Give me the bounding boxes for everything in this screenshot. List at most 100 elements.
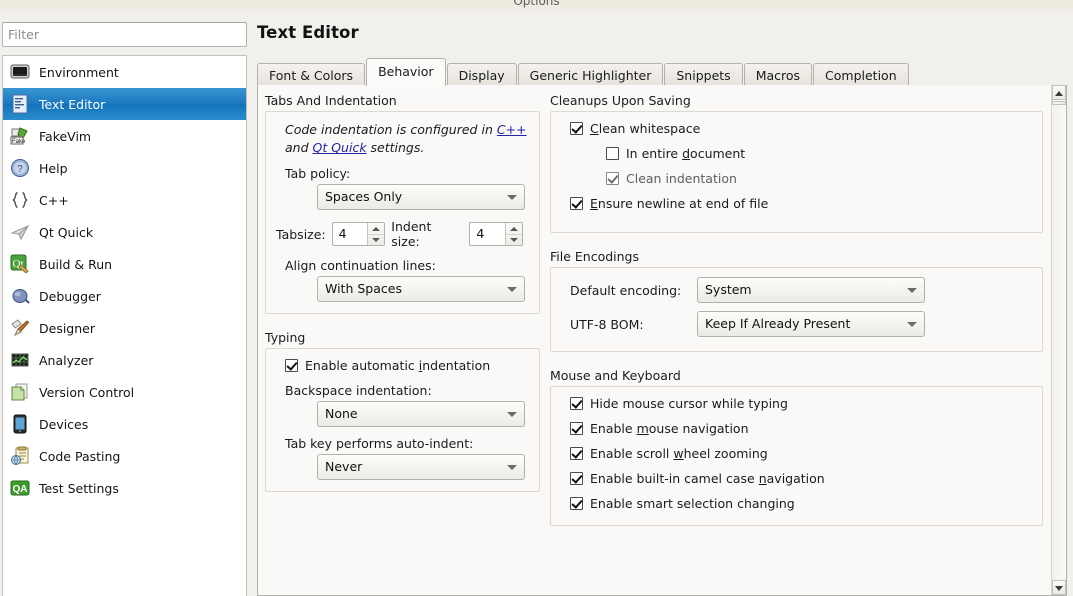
cleanups-in-entire-document-checkbox[interactable]: In entire document bbox=[606, 146, 1032, 161]
sidebar-item-environment[interactable]: Environment bbox=[3, 56, 246, 88]
mouse-enable-built-in-camel-case-navigation-checkbox[interactable]: Enable built-in camel case navigation bbox=[570, 471, 1032, 486]
mouse-enable-smart-selection-changing-checkbox[interactable]: Enable smart selection changing bbox=[570, 496, 1032, 511]
sidebar-item-test-settings[interactable]: QA Test Settings bbox=[3, 472, 246, 504]
filter-input[interactable] bbox=[2, 22, 247, 47]
tab-size-label: Tabsize: bbox=[276, 226, 326, 242]
clipboard-globe-icon bbox=[10, 446, 30, 466]
mouse-hide-mouse-cursor-while-typing-checkbox[interactable]: Hide mouse cursor while typing bbox=[570, 396, 1032, 411]
sidebar-item-label: FakeVim bbox=[39, 128, 92, 144]
tab-key-auto-indent-label: Tab key performs auto-indent: bbox=[285, 436, 474, 452]
chevron-down-icon bbox=[907, 288, 917, 293]
checkbox-box bbox=[570, 447, 583, 460]
default-encoding-combobox[interactable]: System bbox=[697, 277, 925, 303]
sidebar-item-version-control[interactable]: Version Control bbox=[3, 376, 246, 408]
tab-bar: Font & Colors Behavior Display Generic High… bbox=[257, 58, 1067, 88]
group-tabs-and-indentation: Tabs And Indentation Code indentation is… bbox=[265, 93, 540, 315]
checkbox-box bbox=[606, 147, 619, 160]
tab-key-auto-indent-value: Never bbox=[325, 459, 363, 475]
sidebar-item-label: Text Editor bbox=[39, 96, 106, 112]
mouse-enable-mouse-navigation-checkbox[interactable]: Enable mouse navigation bbox=[570, 421, 1032, 436]
sidebar-item-text-editor[interactable]: Text Editor bbox=[3, 88, 246, 120]
checkbox-box bbox=[570, 422, 583, 435]
checkbox-box bbox=[606, 172, 619, 185]
tab-size-increment-button[interactable] bbox=[368, 223, 385, 235]
scroll-down-button[interactable] bbox=[1052, 580, 1066, 595]
sidebar-item-debugger[interactable]: Debugger bbox=[3, 280, 246, 312]
cleanups-clean-whitespace-checkbox[interactable]: Clean whitespace bbox=[570, 121, 1032, 136]
svg-text:QA: QA bbox=[13, 484, 28, 495]
scroll-up-button[interactable] bbox=[1052, 85, 1066, 100]
sidebar-item-designer[interactable]: Designer bbox=[3, 312, 246, 344]
indent-size-spinbox[interactable]: 4 bbox=[469, 222, 523, 247]
sidebar-item-fakevim[interactable]: Fake FakeVim bbox=[3, 120, 246, 152]
enable-automatic-indentation-label: Enable automatic indentation bbox=[305, 358, 491, 374]
checkbox-box bbox=[570, 472, 583, 485]
cleanups-clean-indentation-label: Clean indentation bbox=[626, 171, 737, 186]
indent-size-decrement-button[interactable] bbox=[506, 235, 522, 246]
qa-badge-icon: QA bbox=[10, 478, 30, 498]
sidebar-item-label: Test Settings bbox=[39, 480, 119, 496]
sidebar-item-label: Designer bbox=[39, 320, 95, 336]
chevron-down-icon bbox=[507, 412, 517, 418]
category-list[interactable]: Environment Text Editor Fake FakeVim ? Help C+… bbox=[2, 55, 247, 596]
vertical-scrollbar[interactable] bbox=[1051, 85, 1066, 595]
left-column: Tabs And Indentation Code indentation is… bbox=[258, 93, 548, 595]
group-mouse-and-keyboard: Mouse and Keyboard Hide mouse cursor whi… bbox=[550, 368, 1043, 526]
cleanups-clean-indentation-checkbox[interactable]: Clean indentation bbox=[606, 171, 1032, 186]
sizes-row: Tabsize: 4 Indent size: 4 bbox=[276, 219, 529, 249]
utf8-bom-value: Keep If Already Present bbox=[705, 316, 851, 331]
page-title: Text Editor bbox=[257, 23, 359, 42]
tab-behavior[interactable]: Behavior bbox=[366, 58, 446, 86]
utf8-bom-row: UTF-8 BOM: Keep If Already Present bbox=[570, 311, 1032, 337]
utf8-bom-label: UTF-8 BOM: bbox=[570, 316, 644, 332]
sidebar-item-label: Devices bbox=[39, 416, 89, 432]
caret-down-icon bbox=[372, 238, 381, 242]
checkbox-box bbox=[570, 197, 583, 210]
sidebar-item-qt-quick[interactable]: Qt Quick bbox=[3, 216, 246, 248]
utf8-bom-combobox[interactable]: Keep If Already Present bbox=[697, 311, 925, 337]
caret-up-icon bbox=[372, 226, 381, 231]
sidebar-item-label: Build & Run bbox=[39, 256, 113, 272]
backspace-indentation-label: Backspace indentation: bbox=[285, 383, 432, 399]
chevron-down-icon bbox=[507, 287, 517, 293]
documents-icon bbox=[10, 382, 30, 402]
scroll-up-arrow-icon bbox=[1055, 90, 1063, 96]
backspace-indentation-value: None bbox=[325, 406, 358, 422]
qtquick-settings-link[interactable]: Qt Quick bbox=[313, 140, 367, 155]
indent-size-increment-button[interactable] bbox=[506, 223, 522, 235]
group-title-cleanups-upon-saving: Cleanups Upon Saving bbox=[550, 93, 691, 108]
group-title-mouse-and-keyboard: Mouse and Keyboard bbox=[550, 368, 681, 383]
checkbox-box bbox=[570, 397, 583, 410]
sidebar-item-c[interactable]: C++ bbox=[3, 184, 246, 216]
fakevim-icon: Fake bbox=[10, 126, 30, 146]
sidebar-item-devices[interactable]: Devices bbox=[3, 408, 246, 440]
tab-size-decrement-button[interactable] bbox=[368, 235, 384, 246]
sidebar-item-help[interactable]: ? Help bbox=[3, 152, 246, 184]
options-content: Text Editor Font & Colors Behavior Display… bbox=[249, 9, 1073, 596]
align-continuation-label: Align continuation lines: bbox=[285, 258, 436, 274]
sidebar-item-analyzer[interactable]: Analyzer bbox=[3, 344, 246, 376]
scrollbar-thumb[interactable] bbox=[1052, 101, 1066, 105]
sidebar-item-label: Code Pasting bbox=[39, 448, 121, 464]
sidebar-item-build-run[interactable]: Qt Build & Run bbox=[3, 248, 246, 280]
tab-policy-label: Tab policy: bbox=[285, 166, 351, 182]
mouse-enable-scroll-wheel-zooming-checkbox[interactable]: Enable scroll wheel zooming bbox=[570, 446, 1032, 461]
enable-automatic-indentation-checkbox[interactable]: Enable automatic indentation bbox=[285, 358, 529, 373]
sidebar-item-code-pasting[interactable]: Code Pasting bbox=[3, 440, 246, 472]
text-editor-icon bbox=[10, 94, 30, 114]
default-encoding-row: Default encoding: System bbox=[570, 277, 1032, 303]
tab-size-spinbox[interactable]: 4 bbox=[331, 222, 386, 247]
tab-policy-combobox[interactable]: Spaces Only bbox=[317, 184, 525, 211]
tablet-icon bbox=[10, 414, 30, 434]
sidebar-item-label: Analyzer bbox=[39, 352, 94, 368]
tab-key-auto-indent-combobox[interactable]: Never bbox=[317, 454, 525, 481]
cpp-settings-link[interactable]: C++ bbox=[497, 122, 527, 137]
qt-build-icon: Qt bbox=[10, 254, 30, 274]
brush-ruler-icon bbox=[10, 318, 30, 338]
chevron-down-icon bbox=[507, 195, 517, 201]
help-question-icon: ? bbox=[10, 158, 30, 178]
cleanups-ensure-newline-at-end-of-file-checkbox[interactable]: Ensure newline at end of file bbox=[570, 196, 1032, 211]
align-continuation-combobox[interactable]: With Spaces bbox=[317, 276, 525, 303]
backspace-indentation-combobox[interactable]: None bbox=[317, 401, 525, 428]
group-title-typing: Typing bbox=[265, 330, 306, 346]
